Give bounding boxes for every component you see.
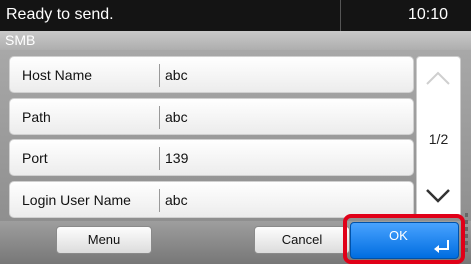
field-row-login-user-name[interactable]: Login User Name abc xyxy=(9,181,414,218)
touch-panel-screen: Ready to send. 10:10 SMB Host Name abc P… xyxy=(0,0,471,264)
field-label: Path xyxy=(22,109,51,125)
field-divider xyxy=(159,189,160,212)
enter-icon xyxy=(434,240,449,253)
status-time: 10:10 xyxy=(408,6,449,23)
side-caption xyxy=(463,211,470,256)
field-row-port[interactable]: Port 139 xyxy=(9,139,414,176)
field-value: abc xyxy=(165,67,188,83)
field-label: Host Name xyxy=(22,67,93,83)
ok-button-label: OK xyxy=(389,228,408,243)
settings-content: Host Name abc Path abc Port 139 Login Us… xyxy=(0,50,471,221)
field-value: abc xyxy=(165,109,188,125)
chevron-down-icon xyxy=(426,189,450,203)
page-indicator: 1/2 xyxy=(428,131,449,147)
menu-button[interactable]: Menu xyxy=(56,226,152,254)
field-row-host-name[interactable]: Host Name abc xyxy=(9,56,414,93)
screen-title: SMB xyxy=(5,32,36,48)
field-row-path[interactable]: Path abc xyxy=(9,98,414,135)
ok-button[interactable]: OK xyxy=(350,222,459,259)
field-label: Login User Name xyxy=(22,192,131,208)
field-divider xyxy=(159,64,160,87)
scroll-panel: 1/2 xyxy=(416,56,461,218)
cancel-button[interactable]: Cancel xyxy=(254,226,350,254)
title-bar: SMB xyxy=(0,31,471,50)
status-divider xyxy=(340,0,341,31)
field-divider xyxy=(159,147,160,170)
chevron-up-icon xyxy=(426,71,450,85)
side-caption-marks xyxy=(465,213,468,252)
field-label: Port xyxy=(22,150,48,166)
scroll-down-button[interactable] xyxy=(417,173,460,217)
status-bar: Ready to send. 10:10 xyxy=(0,0,471,31)
status-message: Ready to send. xyxy=(6,6,114,23)
field-divider xyxy=(159,106,160,129)
field-value: abc xyxy=(165,192,188,208)
scroll-up-button[interactable] xyxy=(417,57,460,101)
field-value: 139 xyxy=(165,150,189,166)
